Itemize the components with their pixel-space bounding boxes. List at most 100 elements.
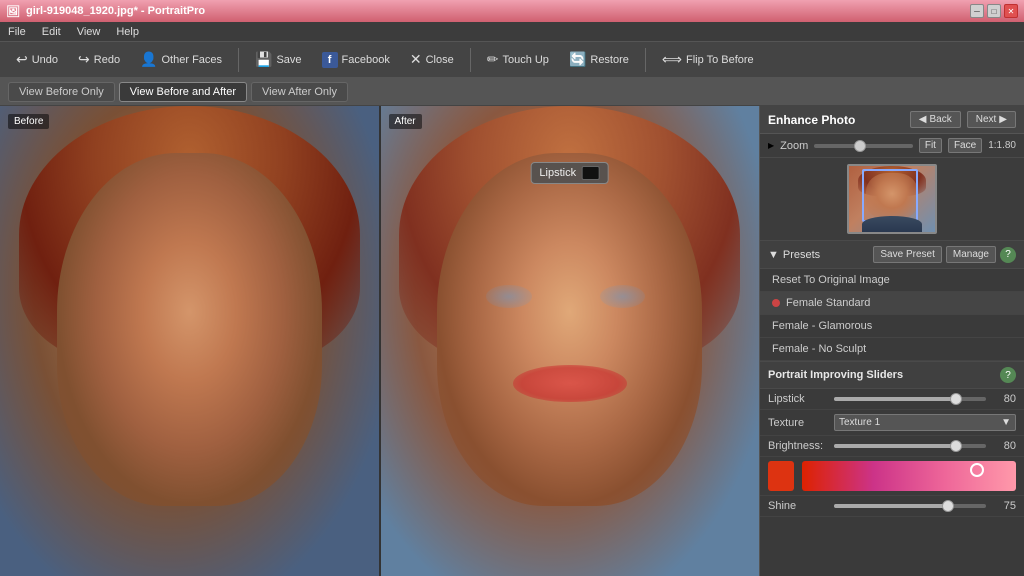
presets-triangle-icon: ▼ [768,249,779,261]
color-swatch-left[interactable] [768,461,794,491]
preset-reset-label: Reset To Original Image [772,274,890,286]
lipstick-slider-fill [834,397,956,401]
zoom-thumb[interactable] [854,140,866,152]
flip-icon: ⟺ [662,51,682,68]
zoom-fit-button[interactable]: Fit [919,138,942,153]
people-icon: 👤 [140,51,157,68]
main-content: Before After Lipstick [0,106,1024,576]
brightness-slider-value: 80 [992,440,1016,452]
shine-slider-thumb[interactable] [942,500,954,512]
lips-overlay [513,365,627,403]
window-controls: ─ □ ✕ [970,4,1018,18]
maximize-button[interactable]: □ [987,4,1001,18]
left-eye-highlight [486,285,531,309]
flip-to-before-button[interactable]: ⟺ Flip To Before [654,48,762,71]
enhance-photo-header: Enhance Photo ◀ Back Next ▶ [760,106,1024,134]
close-window-button[interactable]: ✕ [1004,4,1018,18]
title-bar: 🖼 girl-919048_1920.jpg* - PortraitPro ─ … [0,0,1024,22]
zoom-face-button[interactable]: Face [948,138,982,153]
tab-view-before[interactable]: View Before Only [8,82,115,102]
preset-no-sculpt-label: Female - No Sculpt [772,343,866,355]
window-title: girl-919048_1920.jpg* - PortraitPro [26,5,205,17]
preset-glamorous-label: Female - Glamorous [772,320,872,332]
separator-2 [470,48,471,72]
brightness-slider-track[interactable] [834,444,986,448]
save-icon: 💾 [255,51,272,68]
undo-button[interactable]: ↩ Undo [8,48,66,71]
thumbnail-selection-box [862,169,918,222]
close-button[interactable]: ✕ Close [402,48,462,71]
preset-female-standard-label: Female Standard [786,297,870,309]
brightness-slider-thumb[interactable] [950,440,962,452]
before-image [0,106,379,576]
thumbnail-body [862,216,922,233]
save-button[interactable]: 💾 Save [247,48,310,71]
menu-file[interactable]: File [8,26,26,38]
before-panel: Before [0,106,379,576]
brush-icon: ✏ [487,51,499,68]
brightness-slider-fill [834,444,956,448]
save-preset-button[interactable]: Save Preset [873,246,941,263]
back-button[interactable]: ◀ Back [910,111,961,128]
zoom-slider[interactable] [814,144,913,148]
texture-value: Texture 1 [839,417,880,428]
restore-icon: 🔄 [569,51,586,68]
menu-edit[interactable]: Edit [42,26,61,38]
minimize-button[interactable]: ─ [970,4,984,18]
redo-icon: ↪ [78,51,90,68]
lipstick-slider-value: 80 [992,393,1016,405]
touchup-button[interactable]: ✏ Touch Up [479,48,557,71]
before-label: Before [8,114,49,129]
right-eye-highlight [600,285,645,309]
shine-slider-fill [834,504,948,508]
preset-item-no-sculpt[interactable]: Female - No Sculpt [760,338,1024,361]
sliders-header: Portrait Improving Sliders ? [760,362,1024,389]
texture-select[interactable]: Texture 1 ▼ [834,414,1016,431]
preset-list: Reset To Original Image Female Standard … [760,269,1024,362]
zoom-label: Zoom [780,140,808,152]
tab-view-before-and-after[interactable]: View Before and After [119,82,247,102]
lipstick-slider-thumb[interactable] [950,393,962,405]
enhance-title: Enhance Photo [768,113,855,127]
brightness-slider-label: Brightness: [768,440,828,452]
after-panel: After Lipstick [381,106,760,576]
presets-help-icon[interactable]: ? [1000,247,1016,263]
nav-buttons: ◀ Back Next ▶ [910,111,1016,128]
color-bar-row [760,457,1024,496]
restore-button[interactable]: 🔄 Restore [561,48,637,71]
lipstick-tooltip[interactable]: Lipstick [530,162,609,184]
manage-button[interactable]: Manage [946,246,996,263]
preset-item-reset[interactable]: Reset To Original Image [760,269,1024,292]
shine-slider-row: Shine 75 [760,496,1024,517]
sliders-help-icon[interactable]: ? [1000,367,1016,383]
shine-slider-track[interactable] [834,504,986,508]
next-button[interactable]: Next ▶ [967,111,1016,128]
preset-item-glamorous[interactable]: Female - Glamorous [760,315,1024,338]
separator-1 [238,48,239,72]
menu-bar: File Edit View Help [0,22,1024,42]
separator-3 [645,48,646,72]
facebook-icon: f [322,52,338,68]
right-panel: Enhance Photo ◀ Back Next ▶ ▶ Zoom Fit F… [759,106,1024,576]
presets-header: ▼ Presets Save Preset Manage ? [760,241,1024,269]
menu-view[interactable]: View [77,26,101,38]
image-area: Before After Lipstick [0,106,759,576]
tab-view-after[interactable]: View After Only [251,82,348,102]
redo-button[interactable]: ↪ Redo [70,48,128,71]
lipstick-slider-track[interactable] [834,397,986,401]
face-thumbnail[interactable] [847,164,937,234]
facebook-button[interactable]: f Facebook [314,49,398,71]
next-icon: ▶ [999,114,1007,125]
lipstick-slider-label: Lipstick [768,393,828,405]
color-cursor [970,463,984,477]
lipstick-color-swatch[interactable] [582,166,600,180]
menu-help[interactable]: Help [116,26,139,38]
shine-slider-value: 75 [992,500,1016,512]
other-faces-button[interactable]: 👤 Other Faces [132,48,230,71]
preset-item-female-standard[interactable]: Female Standard [760,292,1024,315]
sliders-title: Portrait Improving Sliders [768,369,903,381]
lipstick-tooltip-label: Lipstick [539,167,576,179]
texture-dropdown-icon: ▼ [1001,417,1011,428]
texture-row: Texture Texture 1 ▼ [760,410,1024,436]
color-gradient-bar[interactable] [802,461,1016,491]
